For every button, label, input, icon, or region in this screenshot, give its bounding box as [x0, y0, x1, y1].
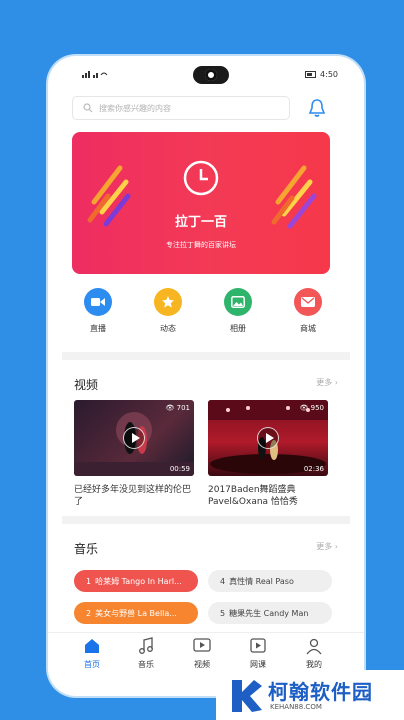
tab-course[interactable]: 网课 — [238, 637, 278, 670]
tab-label: 首页 — [84, 660, 100, 669]
watermark-url: KEHAN88.COM — [270, 703, 322, 711]
tab-label: 视频 — [194, 660, 210, 669]
home-icon — [83, 637, 101, 655]
video-player-icon — [193, 637, 211, 655]
section-divider — [62, 516, 350, 524]
search-input[interactable]: 搜索你感兴趣的内容 — [72, 96, 290, 120]
music-title: 糖果先生 Candy Man — [229, 609, 309, 618]
video-duration: 02:36 — [303, 465, 324, 473]
videos-section-title: 视频 — [74, 378, 99, 392]
battery-icon — [305, 71, 317, 78]
music-item[interactable]: 5 糖果先生 Candy Man — [208, 602, 332, 624]
tab-video[interactable]: 视频 — [182, 637, 222, 670]
user-icon — [305, 637, 323, 655]
videos-more-link[interactable]: 更多 › — [316, 377, 338, 388]
banner-subtitle: 专注拉丁舞的百家讲坛 — [166, 241, 236, 249]
nav-label: 动态 — [160, 324, 176, 333]
banner[interactable]: 拉丁一百 专注拉丁舞的百家讲坛 — [72, 132, 330, 274]
image-icon — [224, 288, 252, 316]
watermark-logo-icon — [226, 676, 264, 718]
nav-label: 直播 — [90, 324, 106, 333]
nav-label: 商城 — [300, 324, 316, 333]
front-camera — [193, 66, 229, 84]
music-rank: 2 — [86, 609, 92, 618]
status-right: 4:50 — [305, 70, 338, 79]
search-icon — [83, 103, 93, 115]
music-rank: 5 — [220, 609, 226, 618]
nav-label: 相册 — [230, 324, 246, 333]
tab-home[interactable]: 首页 — [72, 637, 112, 670]
nav-item-live[interactable]: 直播 — [72, 288, 124, 334]
nav-item-feed[interactable]: 动态 — [142, 288, 194, 334]
view-count: 👁 950 — [299, 404, 325, 412]
video-thumbnail[interactable]: 👁 950 02:36 — [208, 400, 328, 476]
bell-icon[interactable] — [308, 98, 326, 122]
tab-label: 网课 — [250, 660, 266, 669]
music-more-link[interactable]: 更多 › — [316, 541, 338, 552]
star-icon — [154, 288, 182, 316]
mail-icon — [294, 288, 322, 316]
tab-profile[interactable]: 我的 — [294, 637, 334, 670]
clock-icon — [183, 160, 219, 200]
signal-icon — [82, 70, 108, 80]
music-title: 哈莱姆 Tango In Harl... — [95, 577, 182, 586]
status-time: 4:50 — [320, 70, 338, 79]
music-title: 美女与野兽 La Bella... — [95, 609, 177, 618]
music-item[interactable]: 4 真性情 Real Paso — [208, 570, 332, 592]
tab-label: 音乐 — [138, 660, 154, 669]
tab-label: 我的 — [306, 660, 322, 669]
music-rank: 1 — [86, 577, 92, 586]
phone-screen: 4:50 搜索你感兴趣的内容 拉丁一百 专注拉丁舞的百家讲坛 直播 动态 相册 … — [48, 56, 364, 696]
video-caption[interactable]: 已经好多年没见到这样的伦巴了 — [74, 484, 198, 508]
music-note-icon — [137, 637, 155, 655]
banner-title: 拉丁一百 — [174, 215, 227, 230]
status-bar: 4:50 — [48, 56, 364, 96]
section-divider — [62, 352, 350, 360]
play-icon[interactable] — [257, 427, 279, 449]
video-camera-icon — [84, 288, 112, 316]
music-item[interactable]: 2 美女与野兽 La Bella... — [74, 602, 198, 624]
nav-item-album[interactable]: 相册 — [212, 288, 264, 334]
music-title: 真性情 Real Paso — [229, 577, 294, 586]
watermark-name: 柯翰软件园 — [268, 680, 373, 704]
music-section-title: 音乐 — [74, 542, 99, 556]
banner-decoration — [87, 165, 317, 229]
play-icon[interactable] — [123, 427, 145, 449]
tab-music[interactable]: 音乐 — [126, 637, 166, 670]
view-count: 👁 701 — [165, 404, 191, 412]
video-duration: 00:59 — [169, 465, 190, 473]
course-icon — [249, 637, 267, 655]
search-placeholder: 搜索你感兴趣的内容 — [99, 104, 171, 113]
site-watermark: 柯翰软件园 KEHAN88.COM — [216, 670, 404, 720]
category-nav: 直播 动态 相册 商城 — [62, 288, 350, 344]
nav-item-shop[interactable]: 商城 — [282, 288, 334, 334]
video-caption[interactable]: 2017Baden舞蹈盛典Pavel&Oxana 恰恰秀 — [208, 484, 332, 508]
video-thumbnail[interactable]: 👁 701 00:59 — [74, 400, 194, 476]
music-item[interactable]: 1 哈莱姆 Tango In Harl... — [74, 570, 198, 592]
music-rank: 4 — [220, 577, 226, 586]
